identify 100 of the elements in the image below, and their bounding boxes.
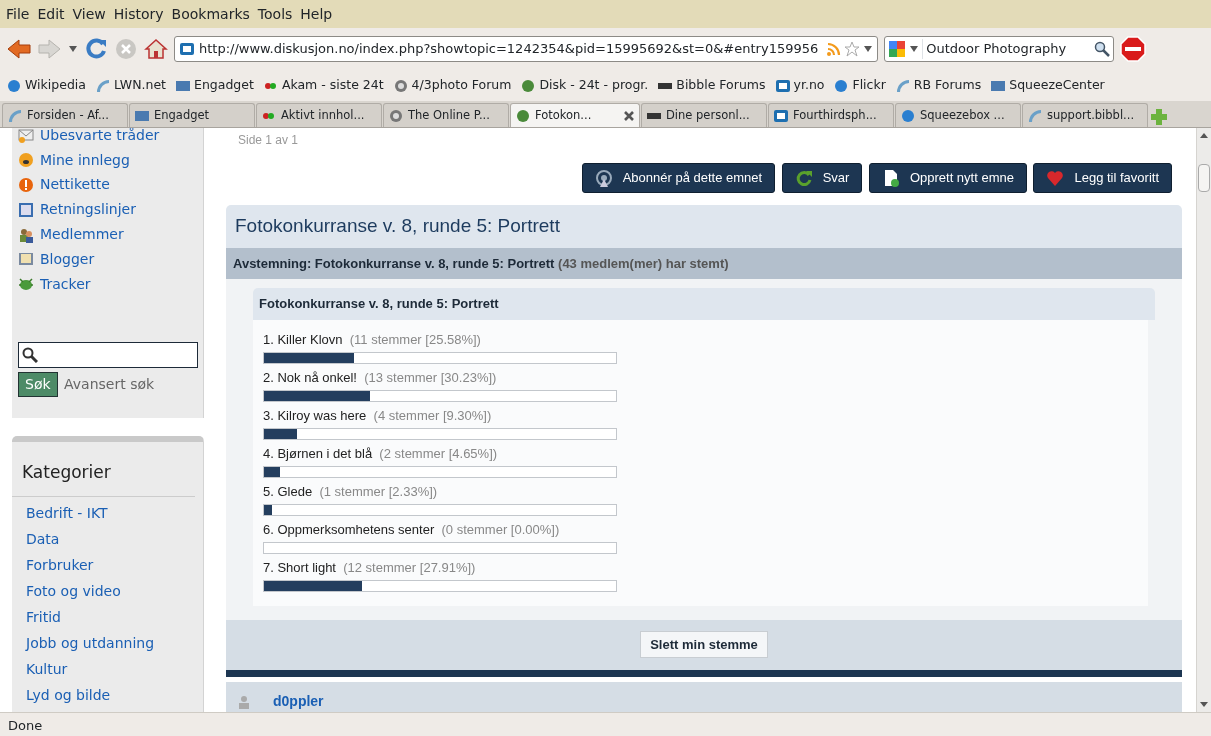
category-link[interactable]: Bedrift - IKT <box>12 500 203 527</box>
bookmark[interactable]: Akam - siste 24t <box>262 76 384 95</box>
bookmark[interactable]: yr.no <box>774 76 825 95</box>
browser-tab[interactable]: Fotokon... <box>510 103 640 127</box>
home-icon[interactable] <box>144 37 168 61</box>
bookmark[interactable]: Flickr <box>833 76 886 95</box>
site-icon <box>388 107 404 124</box>
category-link[interactable]: Kultur <box>12 656 203 683</box>
bookmark[interactable]: Disk - 24t - progr. <box>520 76 649 95</box>
search-engine-icon[interactable] <box>888 40 906 58</box>
site-icon <box>833 77 850 94</box>
vote-count: (13 stemmer [30.23%]) <box>364 369 497 385</box>
site-icon <box>6 77 22 94</box>
action-button[interactable]: Legg til favoritt <box>1033 163 1172 193</box>
menu-item[interactable]: Edit <box>35 3 71 25</box>
menu-item[interactable]: Bookmarks <box>169 3 256 25</box>
bookmark[interactable]: RB Forums <box>894 76 982 95</box>
search-field[interactable] <box>18 341 198 368</box>
caret-icon[interactable] <box>68 45 78 53</box>
poll-question: Fotokonkurranse v. 8, runde 5: Portrett <box>253 288 1155 320</box>
poll-option: 7. Short light (12 stemmer [27.91%]) <box>263 557 1138 577</box>
poll-option: 1. Killer Klovn (11 stemmer [25.58%]) <box>263 329 1138 349</box>
menu-item[interactable]: View <box>70 3 112 25</box>
category-link[interactable]: Data <box>12 526 203 553</box>
user-icon <box>238 694 250 709</box>
site-icon <box>1027 107 1043 124</box>
bookmark[interactable]: Engadget <box>175 76 254 95</box>
category-link[interactable]: Jobb og utdanning <box>12 630 203 657</box>
menu-item[interactable]: Tools <box>255 3 299 25</box>
bookmark[interactable]: LWN.net <box>94 76 166 95</box>
search-field[interactable]: Outdoor Photography <box>884 36 1114 62</box>
people-icon <box>18 226 34 243</box>
browser-tab[interactable]: support.bibbl... <box>1022 103 1148 127</box>
sidebar-link[interactable]: Tracker <box>40 273 91 295</box>
menu-item[interactable]: Help <box>298 3 339 25</box>
vote-count: (11 stemmer [25.58%]) <box>349 331 481 347</box>
action-button[interactable]: Opprett nytt emne <box>868 163 1027 193</box>
poll-header: Avstemning: Fotokonkurranse v. 8, runde 5: Portrett (43 medlem(mer) har stemt) <box>226 247 1182 279</box>
action-button[interactable]: Abonnér på dette emnet <box>581 163 776 193</box>
heart-icon <box>1046 169 1065 187</box>
close-icon[interactable] <box>623 109 635 122</box>
caret-icon[interactable] <box>863 45 873 53</box>
category-link[interactable]: Foto og video <box>12 578 203 605</box>
browser-tab[interactable]: Squeezebox ... <box>895 103 1021 127</box>
poll-option: 4. Bjørnen i det blå (2 stemmer [4.65%]) <box>263 443 1138 463</box>
bookmark[interactable]: 4/3photo Forum <box>392 76 512 95</box>
sidebar-link[interactable]: Mine innlegg <box>40 149 130 171</box>
page-info: Side 1 av 1 <box>237 132 300 149</box>
author-link[interactable]: d0ppler <box>273 691 324 712</box>
category-link[interactable]: Fritid <box>12 604 203 631</box>
site-icon <box>515 107 531 124</box>
back-icon[interactable] <box>6 37 32 61</box>
sidebar-link[interactable]: Blogger <box>40 248 95 270</box>
topic-title: Fotokonkurranse v. 8, runde 5: Portrett <box>234 214 561 238</box>
vote-count: (1 stemmer [2.33%]) <box>319 483 438 499</box>
url-text: http://www.diskusjon.no/index.php?showtopic=1242354&pid=15995692&st=0&#entry159956 <box>199 40 819 59</box>
sidebar-link[interactable]: Medlemmer <box>40 224 124 246</box>
poll-option: 5. Glede (1 stemmer [2.33%]) <box>263 481 1138 501</box>
search-icon[interactable] <box>1094 41 1110 57</box>
bookmark[interactable]: Wikipedia <box>6 76 86 95</box>
sidebar-link[interactable]: Nettikette <box>40 174 110 196</box>
browser-tab[interactable]: Fourthirdsph... <box>768 103 894 127</box>
site-icon <box>7 107 23 124</box>
menu-item[interactable]: History <box>111 3 170 25</box>
sidebar-link[interactable]: Retningslinjer <box>40 199 136 221</box>
browser-tab[interactable]: Aktivt innhol... <box>256 103 382 127</box>
bookmark[interactable]: SqueezeCenter <box>990 76 1105 95</box>
category-link[interactable]: Forbruker <box>12 552 203 579</box>
address-bar[interactable]: http://www.diskusjon.no/index.php?showtopic=1242354&pid=15995692&st=0&#entry159956 <box>174 36 878 62</box>
action-button[interactable]: Svar <box>781 163 863 193</box>
browser-tab[interactable]: Dine personl... <box>641 103 767 127</box>
bookmark[interactable]: Bibble Forums <box>657 76 766 95</box>
scrollbar-thumb[interactable] <box>1198 164 1210 192</box>
site-icon <box>773 107 789 124</box>
browser-tab[interactable]: The Online P... <box>383 103 509 127</box>
section-heading: Kategorier <box>12 442 195 497</box>
sidebar-link[interactable]: Ubesvarte tråder <box>40 128 160 146</box>
refresh-icon <box>794 169 813 187</box>
category-link[interactable]: Lyd og bilde <box>12 682 203 709</box>
adblock-icon[interactable] <box>1120 36 1146 62</box>
poll-option: 3. Kilroy was here (4 stemmer [9.30%]) <box>263 405 1138 425</box>
site-icon <box>894 77 911 94</box>
reload-icon[interactable] <box>84 37 108 61</box>
voter-count: (43 medlem(mer) har stemt) <box>558 255 729 271</box>
delete-vote-button[interactable]: Slett min stemme <box>640 630 768 659</box>
site-icon <box>900 107 916 124</box>
caret-icon[interactable] <box>909 45 919 53</box>
poll-option: 2. Nok nå onkel! (13 stemmer [30.23%]) <box>263 367 1138 387</box>
browser-tab[interactable]: Forsiden - Af... <box>2 103 128 127</box>
vote-count: (2 stemmer [4.65%]) <box>379 445 498 461</box>
advanced-search-link[interactable]: Avansert søk <box>64 373 155 395</box>
star-icon[interactable] <box>843 41 860 57</box>
search-button[interactable]: Søk <box>18 371 58 397</box>
site-icon <box>179 41 195 57</box>
menu-item[interactable]: File <box>4 3 36 25</box>
site-icon <box>94 77 111 94</box>
accessibility-icon <box>18 201 34 218</box>
browser-tab[interactable]: Engadget <box>129 103 255 127</box>
site-icon <box>774 77 791 94</box>
vote-count: (0 stemmer [0.00%]) <box>441 521 560 537</box>
